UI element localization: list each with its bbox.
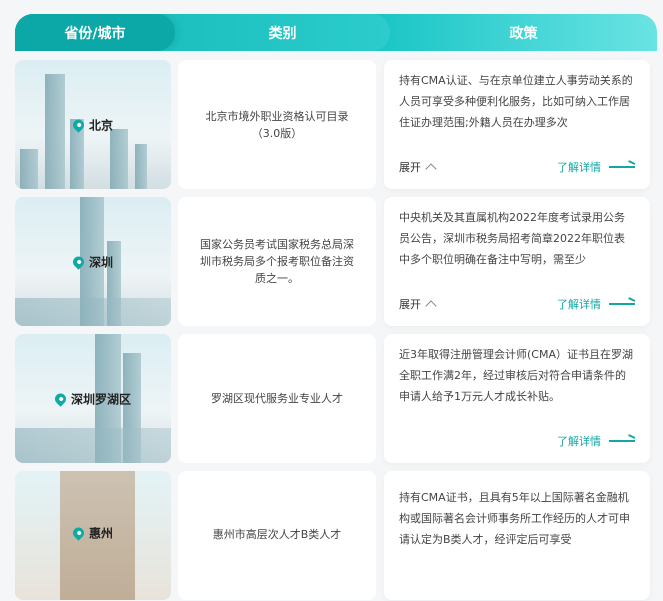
chevron-up-icon (425, 163, 437, 175)
location-pin-icon (52, 390, 69, 407)
city-image: 惠州 (15, 471, 171, 600)
learn-more-label: 了解详情 (557, 435, 601, 448)
expand-button[interactable]: 展开 (399, 296, 437, 312)
header-policy: 政策 (509, 25, 538, 42)
city-name: 深圳 (88, 255, 113, 269)
learn-more-link[interactable]: 了解详情 (557, 159, 635, 175)
table-header: 省份/城市 类别 政策 (15, 14, 657, 51)
policy-card: 持有CMA认证、与在京单位建立人事劳动关系的人员可享受多种便利化服务，比如可纳入… (384, 60, 650, 189)
category-cell: 惠州市高层次人才B类人才 (178, 471, 376, 600)
learn-more-label: 了解详情 (557, 298, 601, 311)
policy-card: 中央机关及其直属机构2022年度考试录用公务员公告，深圳市税务局招考简章2022… (384, 197, 650, 326)
city-name: 深圳罗湖区 (70, 392, 131, 406)
learn-more-link[interactable]: 了解详情 (557, 296, 635, 312)
city-image: 北京 (15, 60, 171, 189)
expand-label: 展开 (399, 161, 421, 174)
location-pin-icon (70, 525, 87, 541)
policy-text: 持有CMA认证、与在京单位建立人事劳动关系的人员可享受多种便利化服务，比如可纳入… (399, 74, 633, 129)
table-row: 深圳 国家公务员考试国家税务总局深圳市税务局多个报考职位备注资质之一。 中央机关… (15, 197, 651, 327)
table-row: 北京 北京市境外职业资格认可目录（3.0版） 持有CMA认证、与在京单位建立人事… (15, 60, 651, 190)
expand-button[interactable]: 展开 (399, 159, 437, 175)
table-row: 惠州 惠州市高层次人才B类人才 持有CMA证书，且具有5年以上国际著名金融机构或… (15, 471, 651, 601)
expand-label: 展开 (399, 298, 421, 311)
location-pin-icon (70, 116, 87, 133)
category-cell: 罗湖区现代服务业专业人才 (178, 334, 376, 463)
city-name: 北京 (88, 118, 113, 132)
city-image: 深圳罗湖区 (15, 334, 171, 463)
city-image: 深圳 (15, 197, 171, 326)
header-city: 省份/城市 (15, 14, 175, 51)
category-cell: 北京市境外职业资格认可目录（3.0版） (178, 60, 376, 189)
table-row: 深圳罗湖区 罗湖区现代服务业专业人才 近3年取得注册管理会计师(CMA）证书且在… (15, 334, 651, 464)
policy-card: 近3年取得注册管理会计师(CMA）证书且在罗湖全职工作满2年，经过审核后对符合申… (384, 334, 650, 463)
policy-text: 近3年取得注册管理会计师(CMA）证书且在罗湖全职工作满2年，经过审核后对符合申… (399, 348, 633, 403)
arrow-right-icon (609, 166, 635, 168)
chevron-up-icon (425, 300, 437, 312)
city-name: 惠州 (88, 526, 113, 541)
arrow-right-icon (609, 303, 635, 305)
policy-text: 持有CMA证书，且具有5年以上国际著名金融机构或国际著名会计师事务所工作经历的人… (399, 491, 630, 546)
policy-text: 中央机关及其直属机构2022年度考试录用公务员公告，深圳市税务局招考简章2022… (399, 211, 625, 266)
learn-more-link[interactable]: 了解详情 (557, 433, 635, 449)
header-category-label: 类别 (268, 25, 297, 42)
arrow-right-icon (609, 440, 635, 442)
learn-more-label: 了解详情 (557, 161, 601, 174)
category-cell: 国家公务员考试国家税务总局深圳市税务局多个报考职位备注资质之一。 (178, 197, 376, 326)
location-pin-icon (70, 253, 87, 270)
policy-card: 持有CMA证书，且具有5年以上国际著名金融机构或国际著名会计师事务所工作经历的人… (384, 471, 650, 600)
